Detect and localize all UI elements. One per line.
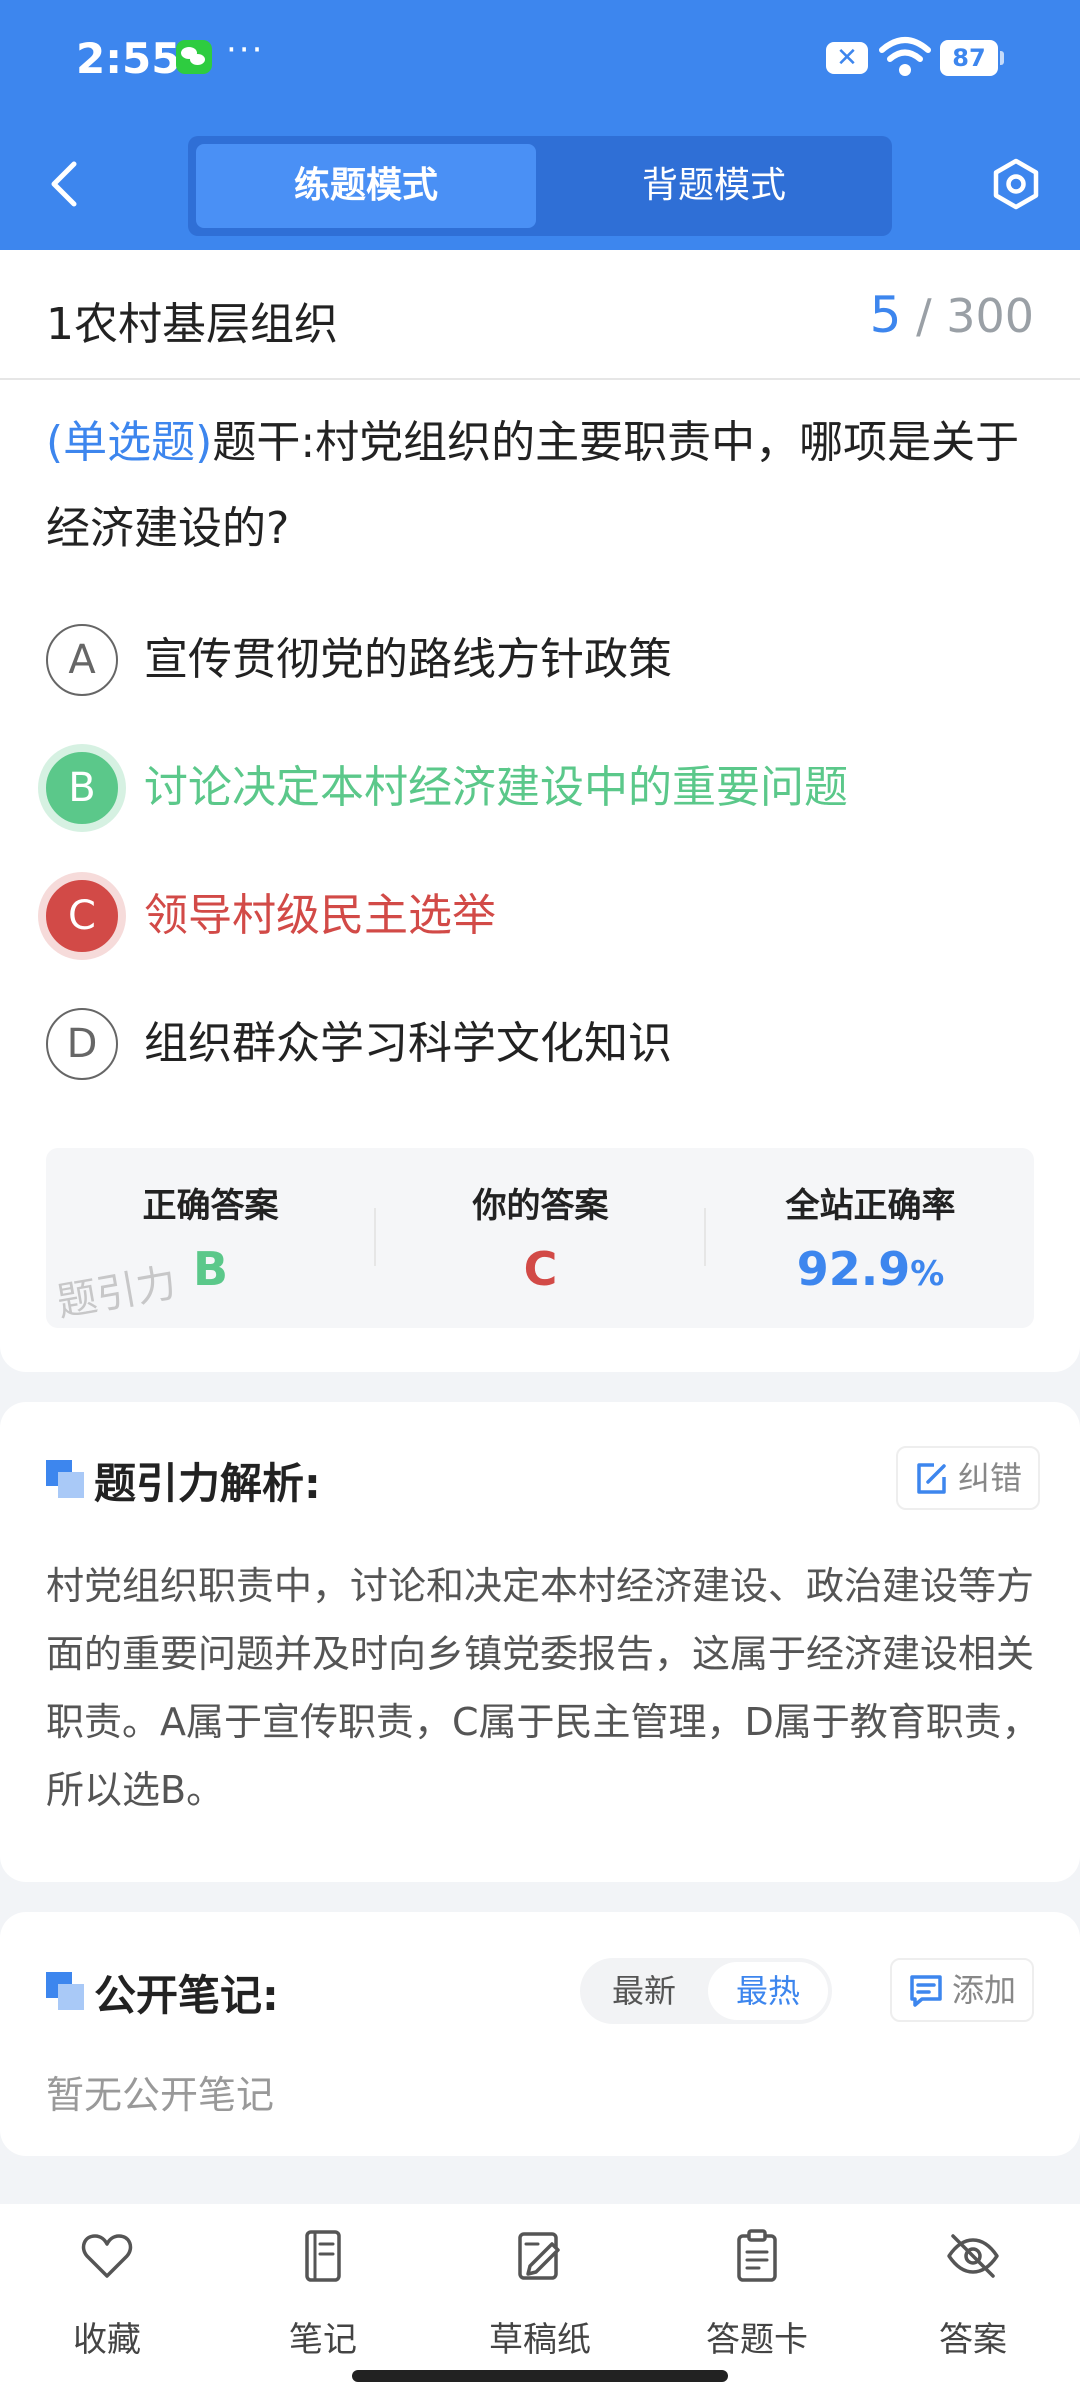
option-a-letter: A bbox=[46, 624, 118, 696]
option-c-text: 领导村级民主选举 bbox=[144, 890, 496, 941]
nav-notes[interactable]: 笔记 bbox=[238, 2228, 408, 2360]
sort-hot[interactable]: 最热 bbox=[708, 1962, 828, 2020]
nav-favorite[interactable]: 收藏 bbox=[22, 2228, 192, 2360]
wechat-notification-icon bbox=[176, 40, 212, 74]
accuracy-number: 92.9 bbox=[796, 1242, 911, 1296]
question-type: (单选题) bbox=[46, 417, 213, 468]
nav-answer-label: 答案 bbox=[939, 2320, 1007, 2360]
option-c-letter: C bbox=[46, 880, 118, 952]
accuracy-label: 全站正确率 bbox=[785, 1186, 956, 1226]
report-error-button[interactable]: 纠错 bbox=[896, 1446, 1041, 1510]
option-b-letter: B bbox=[46, 752, 118, 824]
accuracy-unit: % bbox=[910, 1254, 945, 1294]
battery-icon: 87 bbox=[940, 40, 1004, 76]
option-a[interactable]: A 宣传贯彻党的路线方针政策 bbox=[46, 620, 1046, 700]
answer-summary: 正确答案 B 你的答案 C 全站正确率 92.9% 题引力 bbox=[46, 1148, 1034, 1328]
option-c[interactable]: C 领导村级民主选举 bbox=[46, 876, 1046, 956]
mode-switch: 练题模式 背题模式 bbox=[188, 136, 892, 236]
analysis-text: 村党组织职责中，讨论和决定本村经济建设、政治建设等方面的重要问题并及时向乡镇党委… bbox=[46, 1564, 1040, 1812]
option-d-text: 组织群众学习科学文化知识 bbox=[144, 1018, 672, 1069]
accuracy-col: 全站正确率 92.9% bbox=[706, 1148, 1034, 1328]
eye-hidden-icon bbox=[947, 2234, 999, 2278]
option-a-text: 宣传贯彻党的路线方针政策 bbox=[144, 634, 672, 685]
settings-button[interactable] bbox=[990, 158, 1042, 210]
question-stem: (单选题)题干:村党组织的主要职责中，哪项是关于经济建设的? bbox=[46, 400, 1044, 572]
empty-notes-message: 暂无公开笔记 bbox=[46, 2073, 275, 2117]
correct-answer-label: 正确答案 bbox=[142, 1186, 279, 1226]
home-indicator[interactable] bbox=[352, 2370, 728, 2382]
note-add-icon bbox=[910, 1975, 942, 2007]
more-notifications-icon: ··· bbox=[226, 30, 265, 70]
your-answer-label: 你的答案 bbox=[472, 1186, 609, 1226]
app-header: 2:55 ··· ✕ 87 练题模式 背题模式 bbox=[0, 0, 1080, 250]
tab-practice-mode[interactable]: 练题模式 bbox=[196, 144, 536, 228]
total-questions: / 300 bbox=[916, 289, 1034, 343]
draft-paper-icon bbox=[518, 2232, 560, 2280]
tab-memorize-mode[interactable]: 背题模式 bbox=[544, 144, 884, 228]
report-error-label: 纠错 bbox=[958, 1459, 1023, 1497]
question-progress: 5 / 300 bbox=[870, 286, 1034, 344]
nav-favorite-label: 收藏 bbox=[73, 2320, 141, 2360]
close-badge-icon: ✕ bbox=[826, 42, 868, 74]
current-question-number: 5 bbox=[869, 286, 902, 344]
chapter-title: 1农村基层组织 bbox=[46, 299, 338, 350]
chapter-bar: 1农村基层组织 5 / 300 bbox=[0, 250, 1080, 380]
nav-answer-sheet[interactable]: 答题卡 bbox=[672, 2228, 842, 2360]
wifi-icon bbox=[879, 37, 931, 76]
nav-notes-label: 笔记 bbox=[289, 2320, 357, 2360]
notes-sort-toggle: 最新 最热 bbox=[580, 1958, 832, 2024]
your-answer-value: C bbox=[523, 1242, 558, 1296]
notes-card: 公开笔记: 最新 最热 添加 暂无公开笔记 bbox=[0, 1912, 1080, 2156]
nav-draft-paper[interactable]: 草稿纸 bbox=[455, 2228, 625, 2360]
back-button[interactable] bbox=[42, 156, 86, 212]
edit-icon bbox=[917, 1463, 946, 1494]
question-card: 1农村基层组织 5 / 300 (单选题)题干:村党组织的主要职责中，哪项是关于… bbox=[0, 250, 1080, 1372]
nav-draft-paper-label: 草稿纸 bbox=[489, 2320, 591, 2360]
sort-latest[interactable]: 最新 bbox=[584, 1962, 704, 2020]
analysis-title: 题引力解析: bbox=[94, 1459, 321, 1508]
status-time: 2:55 bbox=[76, 34, 181, 83]
nav-answer[interactable]: 答案 bbox=[888, 2228, 1058, 2360]
nav-answer-sheet-label: 答题卡 bbox=[706, 2320, 808, 2360]
add-note-label: 添加 bbox=[952, 1971, 1017, 2009]
section-icon bbox=[46, 1972, 86, 2012]
notes-title: 公开笔记: bbox=[94, 1971, 279, 2020]
option-b-text: 讨论决定本村经济建设中的重要问题 bbox=[144, 762, 848, 813]
option-d[interactable]: D 组织群众学习科学文化知识 bbox=[46, 1004, 1046, 1084]
status-bar: 2:55 ··· ✕ 87 bbox=[0, 0, 1080, 120]
your-answer-col: 你的答案 C bbox=[376, 1148, 705, 1328]
option-d-letter: D bbox=[46, 1008, 118, 1080]
option-b[interactable]: B 讨论决定本村经济建设中的重要问题 bbox=[46, 748, 1046, 828]
analysis-card: 题引力解析: 纠错 村党组织职责中，讨论和决定本村经济建设、政治建设等方面的重要… bbox=[0, 1402, 1080, 1882]
section-icon bbox=[46, 1460, 86, 1500]
heart-icon bbox=[81, 2234, 133, 2278]
answer-sheet-icon bbox=[737, 2229, 777, 2282]
accuracy-value: 92.9% bbox=[706, 1242, 1034, 1296]
add-note-button[interactable]: 添加 bbox=[890, 1958, 1035, 2022]
notebook-icon bbox=[305, 2230, 341, 2282]
